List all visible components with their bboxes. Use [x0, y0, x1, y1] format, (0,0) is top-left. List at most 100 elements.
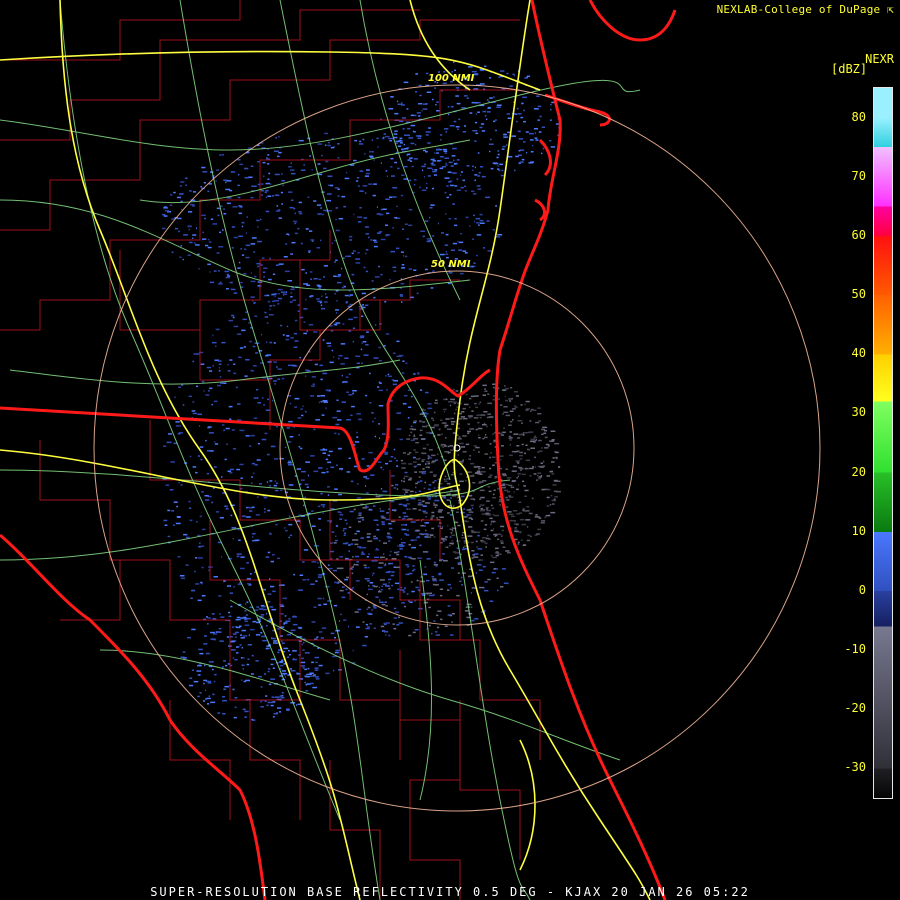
reflectivity-pixel — [499, 540, 504, 542]
reflectivity-pixel — [488, 100, 490, 103]
reflectivity-pixel — [393, 270, 397, 272]
reflectivity-pixel — [484, 390, 488, 392]
reflectivity-pixel — [341, 401, 346, 403]
reflectivity-pixel — [270, 585, 275, 588]
reflectivity-pixel — [351, 572, 354, 575]
reflectivity-pixel — [359, 207, 362, 209]
reflectivity-pixel — [335, 259, 338, 261]
reflectivity-pixel — [264, 294, 267, 297]
reflectivity-pixel — [424, 481, 426, 484]
reflectivity-pixel — [455, 408, 457, 411]
reflectivity-pixel — [254, 539, 260, 541]
reflectivity-pixel — [408, 600, 410, 602]
reflectivity-pixel — [318, 631, 323, 633]
reflectivity-pixel — [264, 508, 266, 510]
reflectivity-pixel — [213, 466, 217, 468]
reflectivity-pixel — [318, 574, 323, 576]
reflectivity-pixel — [213, 270, 217, 272]
reflectivity-pixel — [506, 499, 510, 501]
reflectivity-pixel — [241, 225, 244, 228]
reflectivity-pixel — [365, 172, 371, 175]
reflectivity-pixel — [305, 272, 307, 274]
reflectivity-pixel — [481, 466, 485, 469]
reflectivity-pixel — [365, 304, 369, 306]
reflectivity-pixel — [411, 590, 415, 593]
reflectivity-pixel — [451, 567, 454, 569]
reflectivity-pixel — [518, 138, 524, 140]
reflectivity-pixel — [437, 610, 442, 612]
reflectivity-pixel — [368, 183, 373, 185]
reflectivity-pixel — [162, 213, 166, 216]
reflectivity-pixel — [330, 146, 335, 149]
reflectivity-pixel — [322, 400, 328, 402]
reflectivity-pixel — [307, 673, 312, 676]
reflectivity-pixel — [458, 436, 461, 438]
reflectivity-pixel — [322, 339, 325, 341]
reflectivity-pixel — [408, 479, 412, 481]
reflectivity-pixel — [452, 401, 457, 403]
reflectivity-pixel — [316, 636, 319, 638]
reflectivity-pixel — [432, 481, 435, 484]
reflectivity-pixel — [505, 468, 508, 470]
reflectivity-pixel — [161, 227, 166, 230]
reflectivity-pixel — [490, 523, 492, 526]
reflectivity-pixel — [435, 631, 438, 633]
reflectivity-pixel — [322, 449, 328, 451]
reflectivity-pixel — [401, 117, 407, 119]
reflectivity-pixel — [174, 396, 176, 398]
reflectivity-pixel — [530, 410, 532, 412]
reflectivity-pixel — [478, 224, 480, 226]
reflectivity-pixel — [225, 188, 231, 191]
reflectivity-pixel — [522, 544, 527, 546]
reflectivity-pixel — [217, 214, 220, 217]
reflectivity-pixel — [399, 545, 404, 548]
reflectivity-pixel — [313, 200, 317, 202]
reflectivity-pixel — [557, 480, 561, 482]
reflectivity-pixel — [192, 237, 194, 239]
reflectivity-pixel — [257, 226, 259, 228]
reflectivity-pixel — [392, 187, 398, 189]
reflectivity-pixel — [519, 451, 524, 454]
reflectivity-pixel — [513, 391, 518, 393]
reflectivity-pixel — [333, 604, 338, 607]
reflectivity-pixel — [354, 441, 360, 443]
reflectivity-pixel — [479, 401, 481, 404]
reflectivity-pixel — [367, 612, 371, 615]
reflectivity-pixel — [256, 389, 259, 391]
reflectivity-pixel — [221, 556, 223, 558]
reflectivity-pixel — [404, 475, 409, 478]
reflectivity-pixel — [284, 446, 287, 449]
reflectivity-pixel — [296, 704, 298, 706]
reflectivity-pixel — [369, 623, 372, 625]
reflectivity-pixel — [415, 135, 420, 137]
reflectivity-pixel — [406, 529, 409, 531]
reflectivity-pixel — [206, 680, 212, 683]
reflectivity-pixel — [325, 389, 330, 391]
reflectivity-pixel — [210, 218, 214, 220]
reflectivity-pixel — [474, 121, 478, 124]
reflectivity-pixel — [196, 385, 199, 388]
reflectivity-pixel — [199, 545, 205, 547]
reflectivity-pixel — [201, 582, 203, 585]
reflectivity-pixel — [238, 212, 242, 215]
reflectivity-pixel — [457, 524, 461, 527]
reflectivity-pixel — [474, 179, 476, 182]
reflectivity-pixel — [506, 477, 512, 479]
reflectivity-pixel — [418, 499, 422, 501]
reflectivity-pixel — [199, 425, 201, 427]
reflectivity-pixel — [534, 137, 538, 139]
reflectivity-pixel — [331, 349, 333, 352]
reflectivity-pixel — [391, 558, 397, 560]
reflectivity-pixel — [403, 394, 408, 397]
reflectivity-pixel — [164, 210, 169, 212]
reflectivity-pixel — [529, 420, 532, 422]
reflectivity-pixel — [326, 468, 328, 470]
reflectivity-pixel — [217, 384, 221, 387]
reflectivity-pixel — [449, 614, 453, 617]
reflectivity-pixel — [265, 189, 269, 192]
reflectivity-pixel — [288, 618, 291, 620]
reflectivity-pixel — [538, 131, 542, 133]
reflectivity-pixel — [462, 417, 468, 420]
reflectivity-pixel — [245, 359, 250, 361]
reflectivity-pixel — [267, 701, 273, 704]
